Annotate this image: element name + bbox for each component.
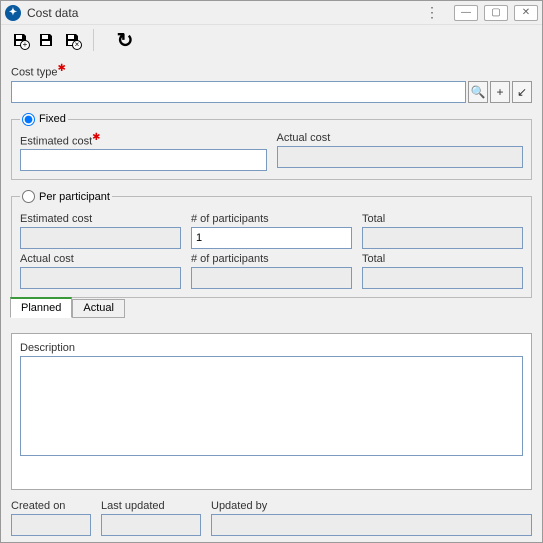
maximize-button[interactable]: ▢ bbox=[484, 5, 508, 21]
last-updated-label: Last updated bbox=[101, 500, 201, 512]
save-and-delete-button[interactable]: × bbox=[61, 29, 83, 51]
refresh-button[interactable]: ↻ bbox=[114, 29, 136, 51]
per-num2-input[interactable] bbox=[191, 267, 352, 289]
updated-by-label: Updated by bbox=[211, 500, 532, 512]
per-num-input[interactable] bbox=[191, 227, 352, 249]
per-num2-label: # of participants bbox=[191, 253, 269, 265]
app-icon: ✦ bbox=[5, 5, 21, 21]
minimize-button[interactable]: — bbox=[454, 5, 478, 21]
window-title: Cost data bbox=[27, 6, 425, 20]
fixed-act-input[interactable] bbox=[277, 146, 524, 168]
refresh-icon: ↻ bbox=[117, 28, 134, 53]
per-total-input[interactable] bbox=[362, 227, 523, 249]
per-participant-group: Per participant Estimated cost # of part… bbox=[11, 190, 532, 298]
per-total2-input[interactable] bbox=[362, 267, 523, 289]
tab-row: Planned Actual bbox=[10, 297, 532, 318]
description-textarea[interactable] bbox=[20, 356, 523, 456]
separator bbox=[93, 29, 94, 51]
tab-planned[interactable]: Planned bbox=[10, 297, 72, 318]
add-icon[interactable]: + bbox=[490, 81, 510, 103]
fixed-act-label: Actual cost bbox=[277, 132, 331, 144]
per-est-label: Estimated cost bbox=[20, 213, 92, 225]
per-act-label: Actual cost bbox=[20, 253, 74, 265]
save-button[interactable] bbox=[35, 29, 57, 51]
per-act-input[interactable] bbox=[20, 267, 181, 289]
per-participant-radio[interactable] bbox=[22, 190, 35, 203]
save-and-new-button[interactable]: + bbox=[9, 29, 31, 51]
tab-actual[interactable]: Actual bbox=[72, 299, 125, 318]
per-est-input[interactable] bbox=[20, 227, 181, 249]
toolbar: + × ↻ bbox=[1, 25, 542, 55]
close-button[interactable]: ✕ bbox=[514, 5, 538, 21]
description-label: Description bbox=[20, 342, 523, 354]
link-icon[interactable]: ↙ bbox=[512, 81, 532, 103]
fixed-legend: Fixed bbox=[39, 113, 66, 125]
cost-data-window: ✦ Cost data ⋮ — ▢ ✕ + × ↻ bbox=[0, 0, 543, 543]
search-icon[interactable]: 🔍 bbox=[468, 81, 488, 103]
titlebar: ✦ Cost data ⋮ — ▢ ✕ bbox=[1, 1, 542, 25]
last-updated-field bbox=[101, 514, 201, 536]
fixed-est-label: Estimated cost✱ bbox=[20, 132, 101, 148]
created-on-field bbox=[11, 514, 91, 536]
cost-type-input[interactable] bbox=[11, 81, 466, 103]
fixed-radio[interactable] bbox=[22, 113, 35, 126]
per-participant-legend: Per participant bbox=[39, 191, 110, 203]
per-total-label: Total bbox=[362, 213, 385, 225]
created-on-label: Created on bbox=[11, 500, 91, 512]
tab-panel: Description bbox=[11, 333, 532, 490]
cost-type-label: Cost type✱ bbox=[11, 63, 66, 79]
fixed-group: Fixed Estimated cost✱ Actual cost bbox=[11, 113, 532, 181]
fixed-est-input[interactable] bbox=[20, 149, 267, 171]
per-num-label: # of participants bbox=[191, 213, 269, 225]
menu-dots-icon[interactable]: ⋮ bbox=[425, 4, 440, 21]
per-total2-label: Total bbox=[362, 253, 385, 265]
updated-by-field bbox=[211, 514, 532, 536]
